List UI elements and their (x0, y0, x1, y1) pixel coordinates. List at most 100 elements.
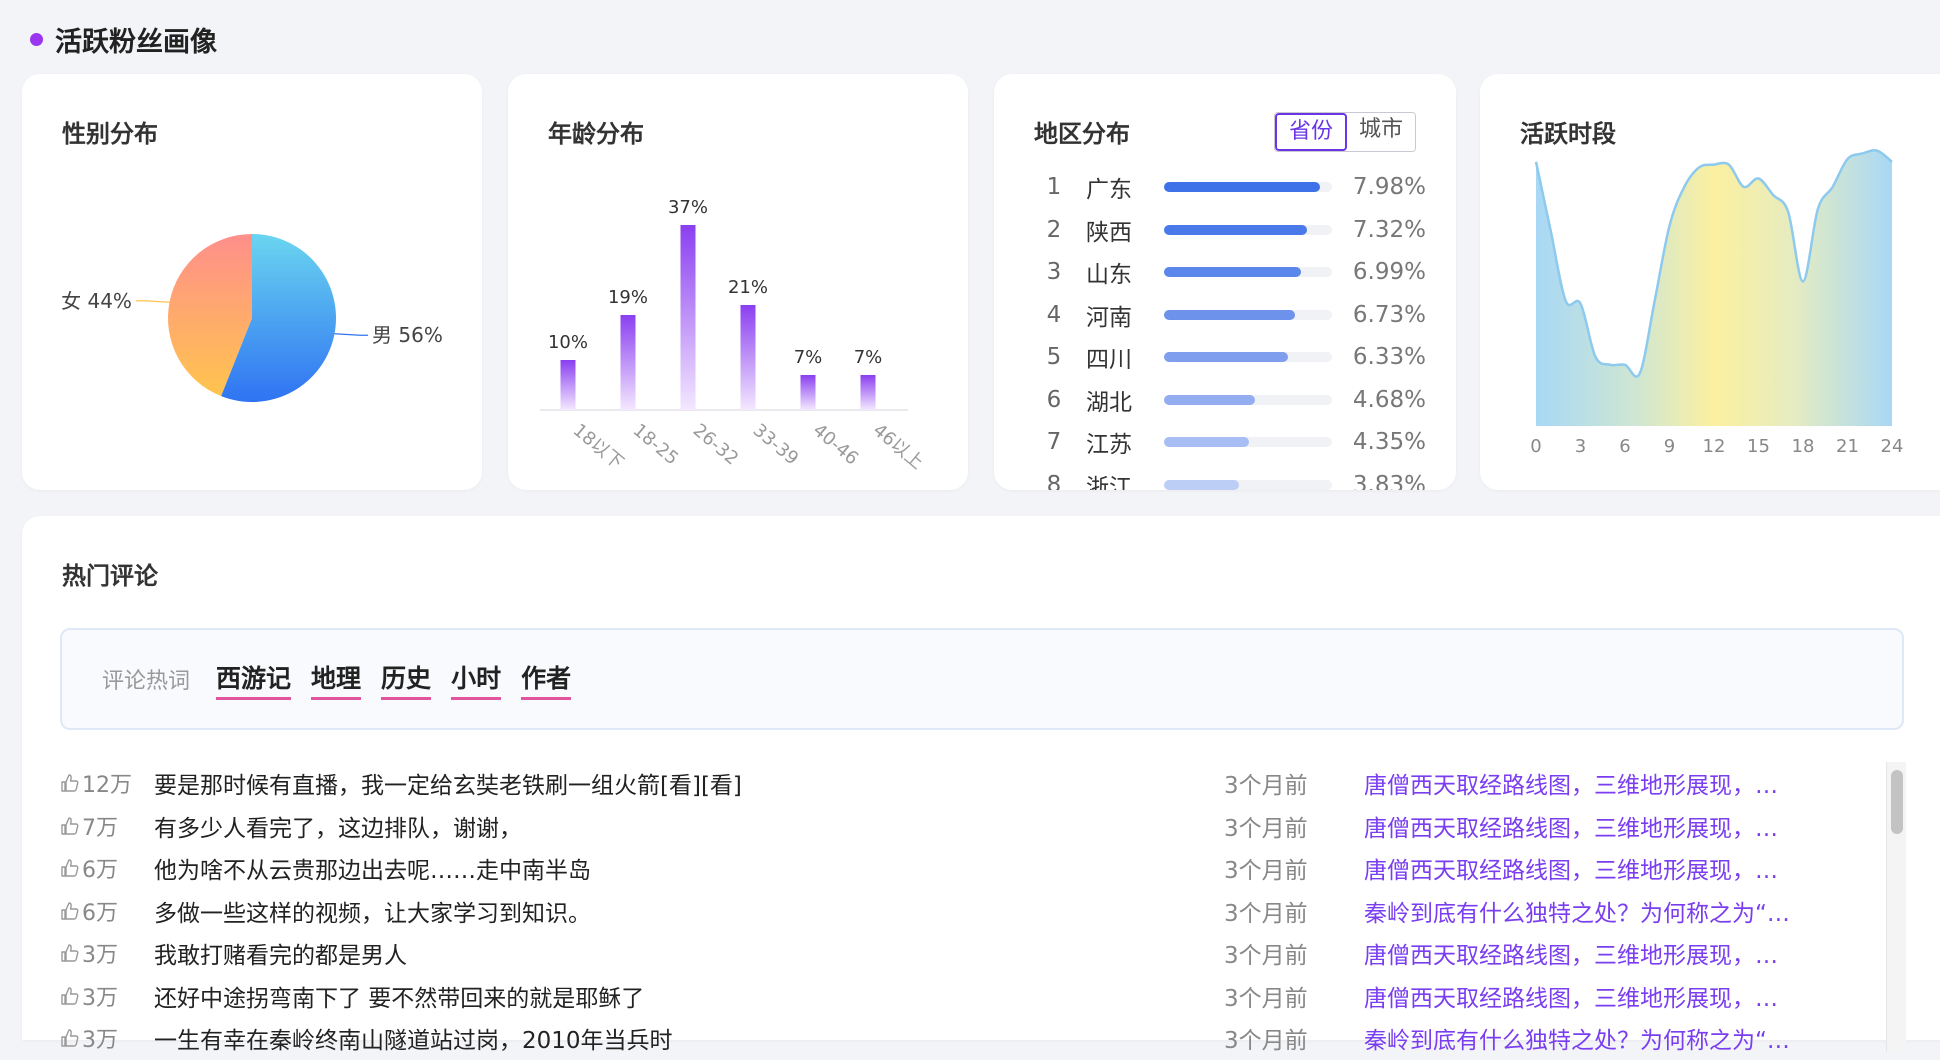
comment-likes: 3万 (60, 1022, 154, 1054)
comment-likes-count: 12万 (82, 773, 132, 799)
comment-time: 3个月前 (1224, 773, 1308, 800)
comment-likes-count: 3万 (82, 1028, 118, 1054)
time-tick-label: 12 (1703, 436, 1726, 457)
comment-row: 6万 多做一些这样的视频，让大家学习到知识。 3个月前 秦岭到底有什么独特之处？为何称… (60, 890, 1880, 933)
comment-time: 3个月前 (1224, 985, 1308, 1012)
hot-word[interactable]: 西游记 (216, 659, 292, 700)
age-tick-label: 40-46 (809, 420, 863, 470)
comment-row: 12万 要是那时候有直播，我一定给玄奘老铁刷一组火箭[看][看] 3个月前 唐僧西天取… (60, 762, 1880, 805)
region-row: 5 四川 6.33% (1030, 336, 1430, 379)
region-bar-track (1164, 224, 1332, 235)
comments-card: 热门评论 评论热词 西游记 地理 历史 小时 作者 12万 要是那时候有直播，我一… (22, 516, 1940, 1054)
comment-text: 有多少人看完了，这边排队，谢谢， (154, 815, 522, 842)
region-row: 4 河南 6.73% (1030, 294, 1430, 337)
comment-video-link[interactable]: 秦岭到底有什么独特之处？为何称之为“… (1364, 1021, 1812, 1055)
region-bar-fill (1164, 352, 1288, 363)
region-row: 3 山东 6.99% (1030, 251, 1430, 294)
region-pct: 7.98% (1352, 174, 1426, 201)
region-name: 江苏 (1086, 432, 1132, 459)
hot-word[interactable]: 历史 (381, 659, 432, 700)
gender-card: 性别分布 男 56% 女 44% (22, 74, 482, 490)
region-rank: 6 (1046, 386, 1062, 413)
hot-word[interactable]: 小时 (451, 659, 502, 700)
hot-word[interactable]: 作者 (521, 659, 572, 700)
region-row: 7 江苏 4.35% (1030, 421, 1430, 464)
region-rank: 1 (1046, 174, 1062, 201)
region-bar-fill (1164, 437, 1249, 448)
comment-likes: 7万 (60, 810, 154, 842)
toggle-province[interactable]: 省份 (1274, 113, 1347, 151)
region-bar-fill (1164, 479, 1239, 490)
region-bar-fill (1164, 182, 1320, 193)
age-tick-label: 18以下 (569, 420, 628, 474)
toggle-city[interactable]: 城市 (1346, 113, 1415, 151)
scrollbar-thumb[interactable] (1891, 770, 1903, 834)
region-bar-track (1164, 479, 1332, 490)
age-bar-chart: 10% 18以下 19% 18-25 37% 26-32 21% 33-39 7% 40-46 7%… (540, 197, 927, 474)
comment-likes-count: 3万 (82, 985, 118, 1011)
hot-word[interactable]: 地理 (311, 659, 362, 700)
region-bar-track (1164, 394, 1332, 405)
thumbs-up-icon (61, 1029, 79, 1047)
time-tick-label: 15 (1747, 436, 1770, 457)
comment-text: 我敢打赌看完的都是男人 (154, 943, 407, 970)
thumbs-up-icon (61, 817, 79, 835)
pie-label: 男 56% (372, 323, 443, 347)
hot-words-box: 评论热词 西游记 地理 历史 小时 作者 (60, 628, 1904, 730)
age-bar-label: 7% (854, 347, 883, 368)
comment-row: 3万 一生有幸在秦岭终南山隧道站过岗，2010年当兵时 3个月前 秦岭到底有什么独特之… (60, 1017, 1880, 1060)
comment-likes: 12万 (60, 767, 154, 799)
comment-video-link[interactable]: 唐僧西天取经路线图，三维地形展现，… (1364, 851, 1812, 885)
region-name: 广东 (1086, 177, 1132, 204)
pie-leader-line (334, 333, 369, 336)
section-header: 活跃粉丝画像 (30, 20, 217, 59)
region-pct: 6.33% (1352, 344, 1426, 371)
region-card-title: 地区分布 (1034, 120, 1130, 148)
comment-video-link[interactable]: 唐僧西天取经路线图，三维地形展现，… (1364, 936, 1812, 970)
comment-time: 3个月前 (1224, 943, 1308, 970)
comment-likes: 6万 (60, 852, 154, 884)
region-card: 地区分布 省份 城市 1 广东 7.98% 2 陕西 7.32% 3 山东 6.99% 4 河南 6.… (994, 74, 1456, 490)
age-bar-label: 7% (794, 347, 823, 368)
time-tick-label: 9 (1664, 436, 1675, 457)
comment-row: 3万 还好中途拐弯南下了 要不然带回来的就是耶稣了 3个月前 唐僧西天取经路线图，三维… (60, 975, 1880, 1018)
region-name: 浙江 (1086, 474, 1132, 490)
region-bar-track (1164, 437, 1332, 448)
region-rank: 4 (1046, 301, 1062, 328)
comment-time: 3个月前 (1224, 815, 1308, 842)
comment-text: 多做一些这样的视频，让大家学习到知识。 (154, 900, 591, 927)
comment-list: 12万 要是那时候有直播，我一定给玄奘老铁刷一组火箭[看][看] 3个月前 唐僧西天取… (60, 762, 1880, 1060)
comment-video-link[interactable]: 唐僧西天取经路线图，三维地形展现，… (1364, 766, 1812, 800)
region-rank: 7 (1046, 429, 1062, 456)
comment-video-link[interactable]: 秦岭到底有什么独特之处？为何称之为“… (1364, 894, 1812, 928)
time-tick-label: 3 (1575, 436, 1586, 457)
age-bar (740, 305, 756, 410)
region-pct: 4.68% (1352, 386, 1426, 413)
age-bar-label: 10% (548, 332, 588, 353)
active-time-area (1536, 150, 1892, 426)
time-tick-label: 24 (1881, 436, 1904, 457)
comment-row: 3万 我敢打赌看完的都是男人 3个月前 唐僧西天取经路线图，三维地形展现，… (60, 932, 1880, 975)
region-name: 湖北 (1086, 389, 1132, 416)
region-bar-track (1164, 309, 1332, 320)
active-time-card: 活跃时段 0 3 6 9 12 15 18 21 24 (1480, 74, 1940, 490)
comment-video-link[interactable]: 唐僧西天取经路线图，三维地形展现，… (1364, 979, 1812, 1013)
region-rank: 8 (1046, 471, 1062, 490)
comment-video-link[interactable]: 唐僧西天取经路线图，三维地形展现，… (1364, 809, 1812, 843)
age-bar-label: 21% (728, 277, 768, 298)
thumbs-up-icon (61, 987, 79, 1005)
thumbs-up-icon (61, 774, 79, 792)
region-pct: 6.73% (1352, 301, 1426, 328)
age-tick-label: 18-25 (629, 420, 683, 470)
region-row: 8 浙江 3.83% (1030, 464, 1430, 490)
thumbs-up-icon (61, 859, 79, 877)
region-name: 山东 (1086, 262, 1132, 289)
active-time-area-chart: 0 3 6 9 12 15 18 21 24 (1530, 149, 1904, 457)
region-bar-track (1164, 182, 1332, 193)
thumbs-up-icon (61, 902, 79, 920)
region-row: 1 广东 7.98% (1030, 166, 1430, 209)
comment-scrollbar[interactable] (1886, 762, 1906, 1052)
age-bar-label: 19% (608, 287, 648, 308)
region-rank: 3 (1046, 259, 1062, 286)
comment-likes: 3万 (60, 937, 154, 969)
